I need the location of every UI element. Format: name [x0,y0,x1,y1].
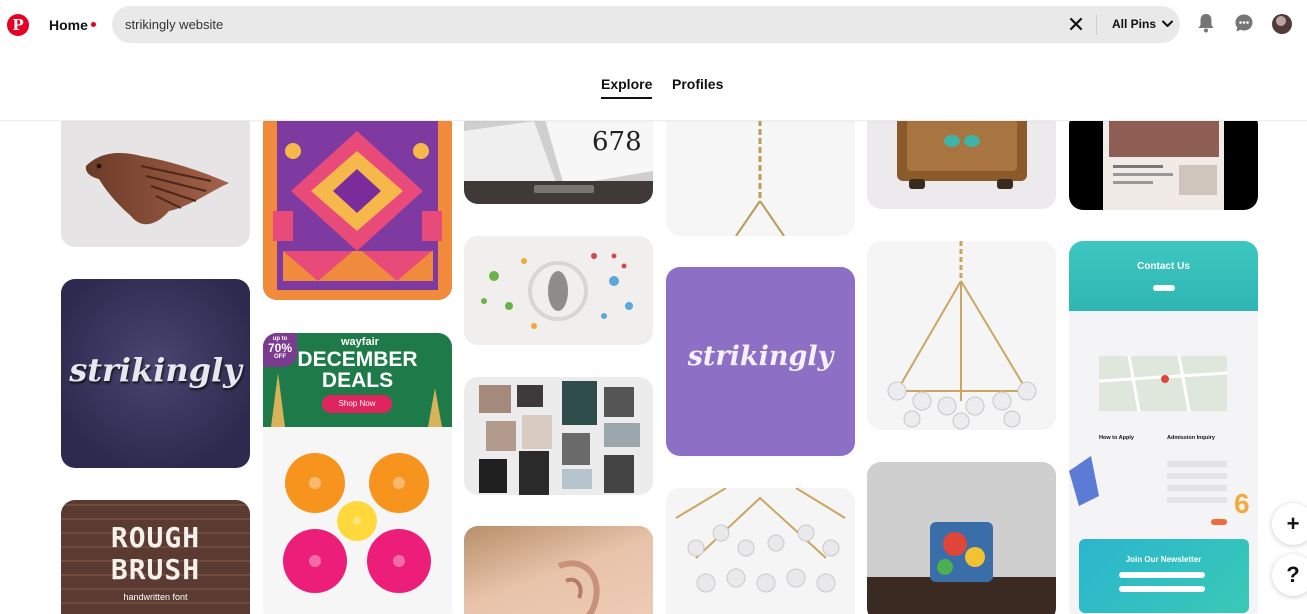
pin-tooled-leather-box[interactable] [867,121,1056,209]
typography-numbers: 678 [592,127,642,157]
search-bar[interactable]: strikingly website All Pins [112,6,1180,43]
help-button[interactable]: ? [1272,554,1307,596]
search-divider [1096,15,1097,35]
contact-header [1069,241,1258,311]
top-navigation-bar: P Home strikingly website All Pins [0,0,1307,50]
pin-painted-vase[interactable] [867,462,1056,614]
add-button[interactable]: + [1272,503,1307,545]
pin-strikingly-dark[interactable]: strikingly [61,279,250,468]
tab-explore[interactable]: Explore [601,76,653,99]
rough-subtitle: handwritten font [123,592,188,602]
bell-icon[interactable] [1194,11,1218,35]
strikingly-logo-text: strikingly [69,351,242,389]
pin-typography-magazine[interactable]: 678 [464,121,653,204]
search-tabs: Explore Profiles [0,50,1307,121]
pin-gold-chandelier[interactable] [867,241,1056,430]
pin-photo-collage[interactable] [464,377,653,495]
search-scope-dropdown[interactable]: All Pins [1112,17,1174,31]
pin-crystal-chandelier[interactable] [666,488,855,614]
logo-glyph: P [12,15,24,34]
home-link[interactable]: Home [40,8,105,42]
pin-rough-brush-font[interactable]: ROUGH BRUSH handwritten font [61,500,250,614]
chat-icon[interactable] [1232,11,1256,35]
pin-eagle-sculpture[interactable] [61,121,250,247]
pin-strikingly-purple[interactable]: strikingly [666,267,855,456]
pinterest-logo-icon[interactable]: P [7,14,29,36]
admission-inquiry-label: Admission Inquiry [1167,435,1215,441]
how-to-apply-label: How to Apply [1099,435,1134,441]
pin-ear-closeup[interactable] [464,526,653,614]
home-notification-dot [90,21,96,27]
pin-wayfair-december-deals[interactable]: up to 70% OFF wayfair DECEMBER DEALS Sho… [263,333,452,614]
pin-magazine-website[interactable] [1069,121,1258,210]
pin-contact-page-design[interactable]: Contact Us How to Apply Admission Inquir… [1069,241,1258,614]
pin-science-illustration[interactable] [464,236,653,345]
chevron-down-icon [1162,20,1174,27]
svg-text:6: 6 [1234,488,1250,519]
pin-chandelier-top[interactable] [666,121,855,236]
avatar[interactable] [1272,14,1292,34]
contact-button [1153,285,1175,291]
strikingly-logo-text-2: strikingly [687,341,834,372]
rough-title-line2: BRUSH [110,553,201,586]
rough-title-line1: ROUGH [110,521,201,554]
clear-search-icon[interactable] [1067,15,1085,33]
newsletter-input [1119,572,1205,578]
contact-title: Contact Us [1137,261,1190,272]
pin-grid: strikingly ROUGH BRUSH handwritten font … [0,121,1307,614]
pin-geometric-pattern[interactable] [263,121,452,300]
search-input[interactable]: strikingly website [125,17,223,32]
tab-profiles[interactable]: Profiles [672,76,723,92]
search-scope-label: All Pins [1112,17,1157,31]
newsletter-title: Join Our Newsletter [1125,555,1202,564]
newsletter-submit [1119,586,1205,592]
home-label: Home [49,17,88,33]
